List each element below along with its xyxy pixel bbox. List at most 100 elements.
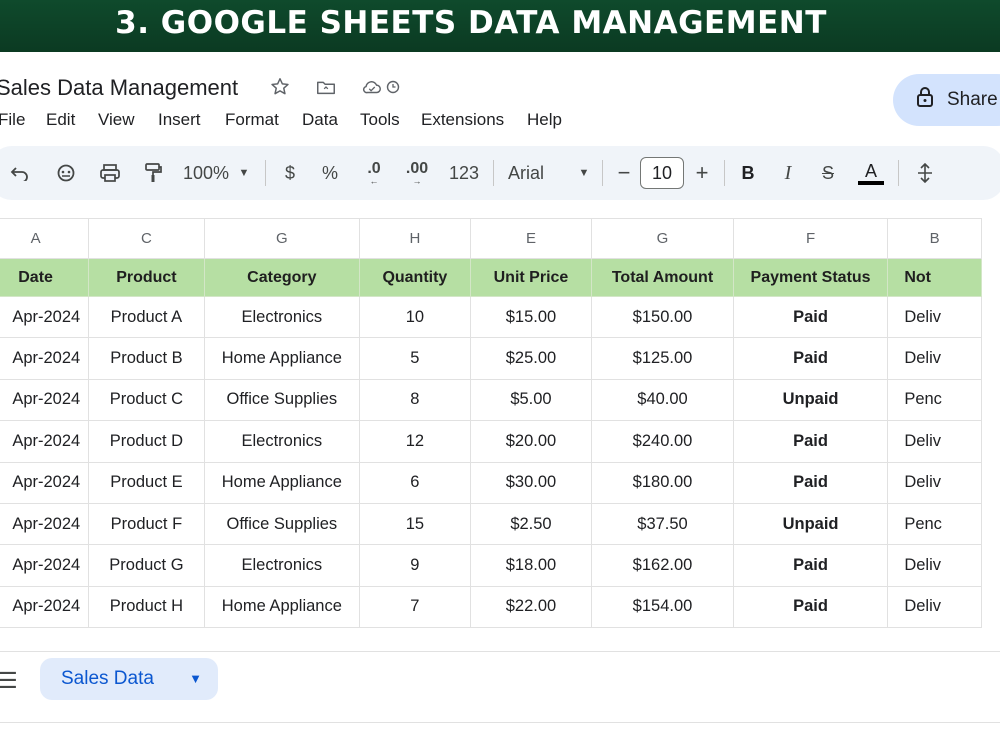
table-cell[interactable]: Penc (887, 502, 982, 546)
column-letter[interactable]: G (591, 218, 734, 259)
table-cell[interactable]: Apr-2024 (0, 502, 90, 546)
undo-icon[interactable] (4, 146, 36, 200)
table-cell[interactable]: Apr-2024 (0, 295, 90, 339)
font-size-input[interactable]: 10 (640, 157, 684, 189)
column-letter[interactable]: C (88, 218, 205, 259)
table-cell[interactable]: 7 (359, 585, 471, 629)
document-title[interactable]: Sales Data Management (0, 75, 238, 101)
table-cell[interactable]: Unpaid (732, 502, 889, 546)
header-cell[interactable]: Date (0, 258, 90, 297)
table-cell[interactable]: 12 (359, 420, 471, 463)
bold-button[interactable]: B (736, 146, 760, 200)
sheet-tab-sales-data[interactable]: Sales Data ▼ (40, 658, 218, 700)
table-cell[interactable]: $125.00 (591, 337, 734, 380)
table-cell[interactable]: Paid (732, 420, 889, 463)
table-cell[interactable]: Paid (732, 295, 889, 339)
decrease-font-size-button[interactable]: − (612, 146, 636, 200)
cloud-status-icon[interactable] (361, 76, 383, 98)
percent-format-button[interactable]: % (318, 146, 342, 200)
vertical-align-icon[interactable] (912, 146, 938, 200)
italic-button[interactable]: I (776, 146, 800, 200)
table-cell[interactable]: Electronics (203, 295, 361, 339)
table-cell[interactable]: Product E (88, 461, 205, 504)
chevron-down-icon[interactable]: ▼ (236, 146, 252, 200)
table-cell[interactable]: Deliv (887, 461, 982, 504)
table-cell[interactable]: Deliv (887, 295, 982, 339)
header-cell[interactable]: Payment Status (732, 258, 889, 297)
table-cell[interactable]: 5 (359, 337, 471, 380)
column-letter[interactable]: G (203, 218, 361, 259)
table-cell[interactable]: Product H (88, 585, 205, 629)
table-cell[interactable]: Home Appliance (203, 337, 361, 380)
more-formats-button[interactable]: 123 (446, 146, 482, 200)
table-cell[interactable]: $25.00 (469, 337, 593, 380)
table-cell[interactable]: Product A (88, 295, 205, 339)
table-cell[interactable]: $162.00 (591, 544, 734, 587)
table-cell[interactable]: Paid (732, 337, 889, 380)
menu-help[interactable]: Help (527, 110, 562, 130)
table-cell[interactable]: $2.50 (469, 502, 593, 546)
table-cell[interactable]: $240.00 (591, 420, 734, 463)
menu-tools[interactable]: Tools (360, 110, 400, 130)
table-cell[interactable]: $18.00 (469, 544, 593, 587)
table-cell[interactable]: $180.00 (591, 461, 734, 504)
menu-edit[interactable]: Edit (46, 110, 75, 130)
table-cell[interactable]: Penc (887, 378, 982, 422)
font-select[interactable]: Arial (508, 146, 558, 200)
zoom-select[interactable]: 100% (180, 146, 232, 200)
table-cell[interactable]: Product B (88, 337, 205, 380)
table-cell[interactable]: Product F (88, 502, 205, 546)
table-cell[interactable]: Paid (732, 544, 889, 587)
table-cell[interactable]: Apr-2024 (0, 337, 90, 380)
table-cell[interactable]: $20.00 (469, 420, 593, 463)
table-cell[interactable]: Electronics (203, 420, 361, 463)
table-cell[interactable]: 15 (359, 502, 471, 546)
menu-insert[interactable]: Insert (158, 110, 201, 130)
chevron-down-icon[interactable]: ▼ (576, 146, 592, 200)
table-cell[interactable]: Office Supplies (203, 378, 361, 422)
search-menus-icon[interactable] (50, 146, 82, 200)
column-letter[interactable]: H (359, 218, 471, 259)
table-cell[interactable]: Deliv (887, 420, 982, 463)
table-cell[interactable]: Apr-2024 (0, 378, 90, 422)
move-folder-icon[interactable] (315, 76, 337, 98)
table-cell[interactable]: Product G (88, 544, 205, 587)
header-cell[interactable]: Unit Price (469, 258, 593, 297)
table-cell[interactable]: Office Supplies (203, 502, 361, 546)
increase-decimal-button[interactable]: .00 → (402, 146, 432, 200)
table-cell[interactable]: Product D (88, 420, 205, 463)
table-cell[interactable]: Unpaid (732, 378, 889, 422)
header-cell[interactable]: Category (203, 258, 361, 297)
strikethrough-button[interactable]: S (816, 146, 840, 200)
table-cell[interactable]: $150.00 (591, 295, 734, 339)
all-sheets-menu-icon[interactable]: ☰ (0, 668, 18, 694)
print-icon[interactable] (94, 146, 126, 200)
table-cell[interactable]: Apr-2024 (0, 544, 90, 587)
text-color-button[interactable]: A (856, 146, 886, 200)
table-cell[interactable]: Home Appliance (203, 585, 361, 629)
table-cell[interactable]: Paid (732, 461, 889, 504)
table-cell[interactable]: 6 (359, 461, 471, 504)
header-cell[interactable]: Not (887, 258, 982, 297)
table-cell[interactable]: 8 (359, 378, 471, 422)
header-cell[interactable]: Product (88, 258, 205, 297)
table-cell[interactable]: $22.00 (469, 585, 593, 629)
star-icon[interactable] (269, 76, 291, 98)
table-cell[interactable]: Paid (732, 585, 889, 629)
header-cell[interactable]: Total Amount (591, 258, 734, 297)
menu-format[interactable]: Format (225, 110, 279, 130)
menu-extensions[interactable]: Extensions (421, 110, 504, 130)
table-cell[interactable]: $5.00 (469, 378, 593, 422)
column-letter[interactable]: F (732, 218, 889, 259)
table-cell[interactable]: Apr-2024 (0, 461, 90, 504)
table-cell[interactable]: 9 (359, 544, 471, 587)
table-cell[interactable]: Electronics (203, 544, 361, 587)
menu-file[interactable]: File (0, 110, 25, 130)
table-cell[interactable]: $154.00 (591, 585, 734, 629)
table-cell[interactable]: Deliv (887, 544, 982, 587)
table-cell[interactable]: Home Appliance (203, 461, 361, 504)
column-letter[interactable]: E (469, 218, 593, 259)
history-icon[interactable] (386, 80, 400, 94)
table-cell[interactable]: Deliv (887, 337, 982, 380)
menu-view[interactable]: View (98, 110, 135, 130)
